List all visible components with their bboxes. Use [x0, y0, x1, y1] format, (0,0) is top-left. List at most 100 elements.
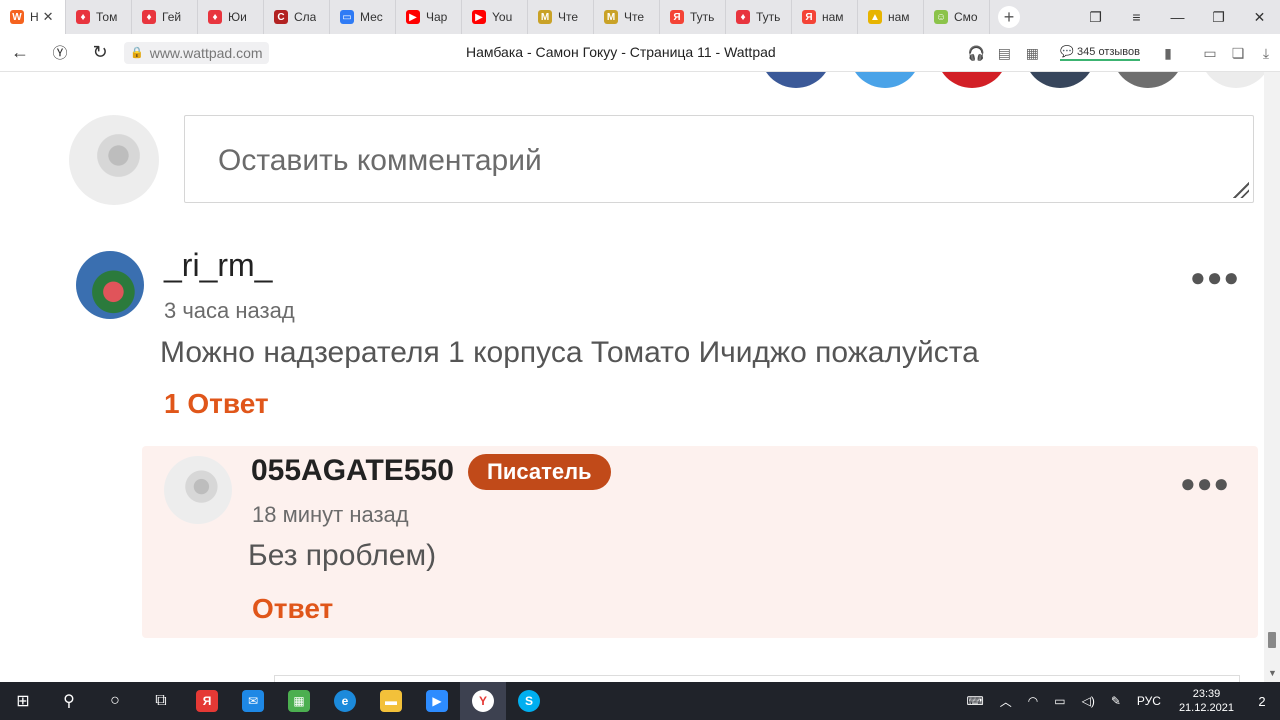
- replies-link[interactable]: 1 Ответ: [164, 388, 269, 420]
- yandex-icon[interactable]: Ⓨ: [40, 42, 80, 63]
- tab-favicon-icon: ▭: [340, 10, 354, 24]
- mail-icon[interactable]: ✉: [230, 682, 276, 720]
- browser-tab[interactable]: Янам: [792, 0, 858, 34]
- tab-label: Чар: [426, 10, 448, 24]
- email-share-button[interactable]: [1112, 72, 1184, 88]
- extensions-icon[interactable]: ▦: [1018, 45, 1046, 62]
- pinterest-share-button[interactable]: [936, 72, 1008, 88]
- tab-label: Н: [30, 10, 39, 24]
- comment-username[interactable]: _ri_rm_: [164, 247, 272, 284]
- resize-handle-icon[interactable]: [1233, 182, 1249, 198]
- browser-tab[interactable]: ▲ нам: [858, 0, 924, 34]
- browser-tab[interactable]: ♦ Гей: [132, 0, 198, 34]
- commenter-avatar[interactable]: [76, 251, 144, 319]
- scroll-down-icon[interactable]: ▼: [1268, 668, 1277, 678]
- browser-tab[interactable]: ▭ Мес: [330, 0, 396, 34]
- comment-text: Можно надзерателя 1 корпуса Томато Ичидж…: [160, 336, 979, 369]
- browser-tab[interactable]: W Н ✕: [0, 0, 66, 34]
- tab-label: нам: [822, 10, 844, 24]
- comment-input-placeholder: Оставить комментарий: [218, 144, 542, 177]
- tab-favicon-icon: ♦: [142, 10, 156, 24]
- clock[interactable]: 23:39 21.12.2021: [1179, 687, 1234, 715]
- tabs-menu-icon[interactable]: ❐: [1075, 9, 1116, 26]
- tab-list: W Н ✕ ♦ Том ♦ Гей ♦ Юи C Сла ▭ Мес ▶ Чар ▶ You M Чте M Чте Я Т…: [0, 0, 990, 34]
- browser-tab[interactable]: ♦ Юи: [198, 0, 264, 34]
- file-explorer-icon[interactable]: ▬: [368, 682, 414, 720]
- restore-button[interactable]: ❐: [1198, 9, 1239, 26]
- comment-input[interactable]: Оставить комментарий: [184, 115, 1254, 203]
- browser-tab[interactable]: ♦ Том: [66, 0, 132, 34]
- language-indicator[interactable]: РУС: [1137, 694, 1161, 708]
- url-text: www.wattpad.com: [149, 44, 263, 61]
- collections-icon[interactable]: ❏: [1224, 45, 1252, 62]
- battery-tray-icon[interactable]: ▭: [1054, 694, 1065, 708]
- system-tray: ⌨ ︿ ◠ ▭ ◁) ✎ РУС 23:39 21.12.2021 2: [958, 682, 1280, 720]
- reply-button[interactable]: Ответ: [252, 593, 333, 625]
- tab-favicon-icon: ♦: [76, 10, 90, 24]
- reviews-badge[interactable]: 💬 345 отзывов: [1060, 45, 1140, 61]
- tumblr-share-button[interactable]: [1024, 72, 1096, 88]
- reload-button[interactable]: ↻: [80, 42, 120, 63]
- wifi-icon[interactable]: ◠: [1028, 694, 1038, 708]
- browser-tab[interactable]: M Чте: [528, 0, 594, 34]
- facebook-share-button[interactable]: [760, 72, 832, 88]
- reader-icon[interactable]: ▤: [990, 45, 1018, 62]
- keyboard-icon[interactable]: ⌨: [966, 694, 983, 708]
- menu-icon[interactable]: ≡: [1116, 9, 1157, 25]
- search-icon[interactable]: ⚲: [46, 682, 92, 720]
- yandex-app-icon[interactable]: Я: [184, 682, 230, 720]
- notifications-icon[interactable]: 2: [1244, 682, 1280, 720]
- tab-label: Сла: [294, 10, 317, 24]
- reply-username[interactable]: 055AGATE550: [251, 454, 454, 488]
- url-field[interactable]: 🔒 www.wattpad.com: [124, 41, 269, 64]
- reply-more-icon[interactable]: ●●●: [1180, 468, 1230, 499]
- page-title: Намбака - Самон Гокуу - Страница 11 - Wa…: [466, 44, 776, 60]
- browser-tab[interactable]: M Чте: [594, 0, 660, 34]
- comment-more-icon[interactable]: ●●●: [1190, 262, 1240, 293]
- window-controls: ❐ ≡ — ❐ ✕: [1075, 9, 1280, 26]
- download-icon[interactable]: ⤓: [1252, 45, 1280, 62]
- start-icon[interactable]: ⊞: [0, 682, 46, 720]
- comment-time: 3 часа назад: [164, 298, 295, 323]
- tab-favicon-icon: C: [274, 10, 288, 24]
- new-tab-button[interactable]: +: [998, 6, 1020, 28]
- tab-label: Чте: [624, 10, 645, 24]
- current-user-avatar: [69, 115, 159, 205]
- battery-icon[interactable]: ▭: [1196, 45, 1224, 62]
- zoom-icon[interactable]: ▶: [414, 682, 460, 720]
- headphones-icon[interactable]: 🎧: [962, 45, 990, 62]
- tab-label: нам: [888, 10, 910, 24]
- browser-tab[interactable]: Я Туть: [660, 0, 726, 34]
- scrollbar-thumb[interactable]: [1268, 632, 1276, 648]
- pen-icon[interactable]: ✎: [1111, 694, 1121, 708]
- close-window-button[interactable]: ✕: [1239, 9, 1280, 26]
- browser-tab[interactable]: ☺ Смо: [924, 0, 990, 34]
- volume-icon[interactable]: ◁): [1082, 694, 1095, 708]
- more-share-button[interactable]: [1200, 72, 1264, 88]
- tab-favicon-icon: ▲: [868, 10, 882, 24]
- browser-tab[interactable]: ♦ Туть: [726, 0, 792, 34]
- tab-label: Смо: [954, 10, 978, 24]
- tab-close-icon[interactable]: ✕: [43, 9, 54, 25]
- edge-icon[interactable]: e: [322, 682, 368, 720]
- browser-tab[interactable]: C Сла: [264, 0, 330, 34]
- notification-count: 2: [1258, 693, 1266, 709]
- tab-favicon-icon: ☺: [934, 10, 948, 24]
- bookmark-icon[interactable]: ▮: [1154, 45, 1182, 62]
- tab-label: Чте: [558, 10, 579, 24]
- browser-tab[interactable]: ▶ Чар: [396, 0, 462, 34]
- minimize-button[interactable]: —: [1157, 9, 1198, 25]
- yandex-browser-icon[interactable]: Y: [460, 682, 506, 720]
- skype-icon[interactable]: S: [506, 682, 552, 720]
- task-view-icon[interactable]: ⧉: [138, 682, 184, 720]
- store-icon[interactable]: ▦: [276, 682, 322, 720]
- page-scrollbar[interactable]: ▼: [1264, 72, 1280, 682]
- reply-author-avatar[interactable]: [164, 456, 232, 524]
- chevron-up-icon[interactable]: ︿: [1000, 693, 1012, 710]
- tab-favicon-icon: ♦: [208, 10, 222, 24]
- chat-icon: 💬: [1060, 46, 1075, 58]
- back-button[interactable]: ←: [0, 42, 40, 63]
- browser-tab[interactable]: ▶ You: [462, 0, 528, 34]
- twitter-share-button[interactable]: [849, 72, 921, 88]
- cortana-icon[interactable]: ○: [92, 682, 138, 720]
